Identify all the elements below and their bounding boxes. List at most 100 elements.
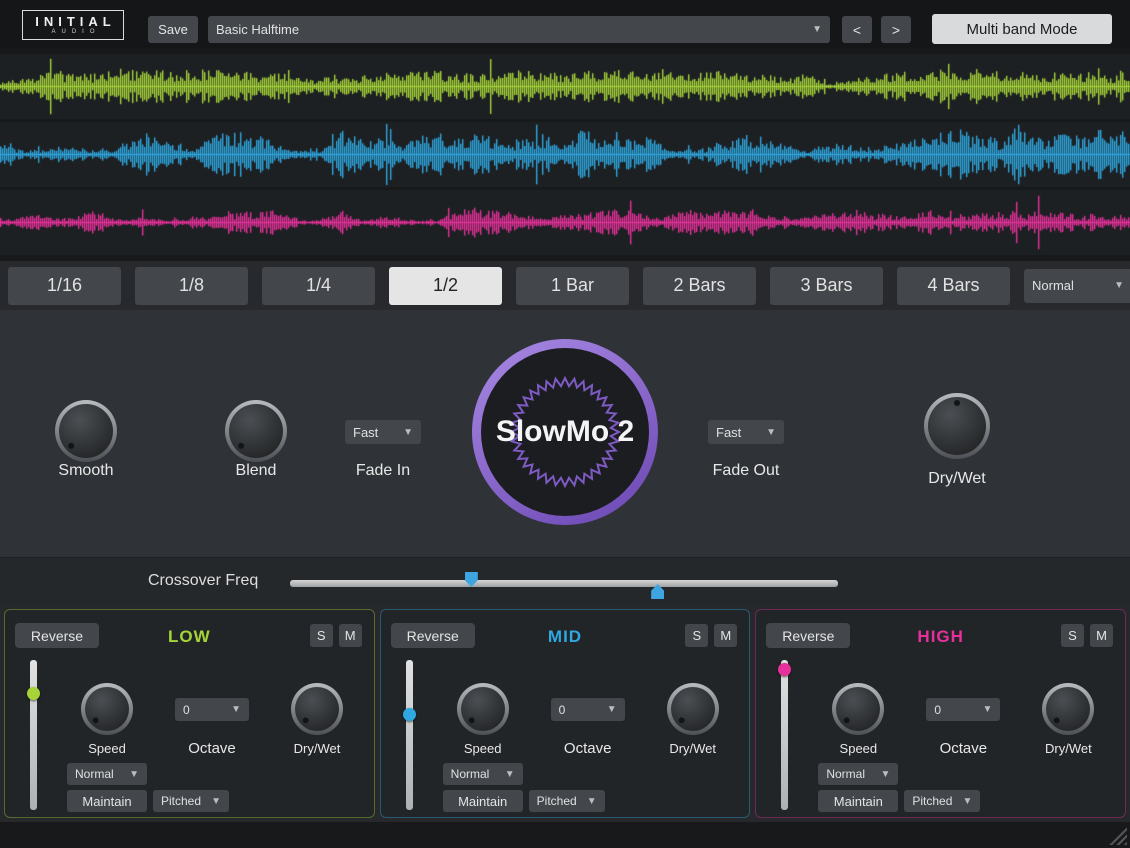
- pitch-mode-value: Pitched: [161, 794, 201, 808]
- octave-select[interactable]: 0 ▼: [551, 698, 625, 721]
- band-mode-value: Normal: [451, 767, 490, 781]
- slowmo-logo-circle: SlowMo 2: [472, 339, 658, 525]
- mute-button[interactable]: M: [1090, 624, 1113, 647]
- dry-wet-label: Dry/Wet: [897, 470, 1017, 488]
- division-button-1-4[interactable]: 1/4: [262, 267, 375, 305]
- division-button-1-16[interactable]: 1/16: [8, 267, 121, 305]
- waveform-row-low: [0, 54, 1130, 119]
- waveform-canvas-mid: [0, 122, 1130, 187]
- slider-track: [30, 660, 37, 810]
- next-preset-button[interactable]: >: [881, 16, 911, 43]
- waveform-row-mid: [0, 122, 1130, 187]
- slider-handle[interactable]: [403, 708, 416, 721]
- chevron-down-icon: ▼: [962, 796, 972, 807]
- band-mode-value: Normal: [826, 767, 865, 781]
- band-mode-select[interactable]: Normal ▼: [818, 763, 898, 785]
- band-panel-low: Reverse LOW S M Speed 0 ▼ Octave Dry/Wet…: [4, 609, 375, 818]
- pitch-mode-value: Pitched: [537, 794, 577, 808]
- dry-wet-knob[interactable]: [1042, 683, 1094, 735]
- app-logo: INITIAL AUDIO: [22, 10, 124, 40]
- smooth-knob[interactable]: [55, 400, 117, 462]
- octave-select[interactable]: 0 ▼: [175, 698, 249, 721]
- division-button-2-bars[interactable]: 2 Bars: [643, 267, 756, 305]
- knob-indicator: [218, 393, 294, 469]
- pitch-mode-select[interactable]: Pitched ▼: [904, 790, 980, 812]
- knob-indicator: [928, 397, 986, 455]
- division-button-1-8[interactable]: 1/8: [135, 267, 248, 305]
- band-mode-select[interactable]: Normal ▼: [443, 763, 523, 785]
- fade-in-label: Fade In: [323, 462, 443, 480]
- crossover-track[interactable]: [290, 580, 838, 587]
- playback-mode-select[interactable]: Normal ▼: [1024, 269, 1130, 303]
- speed-knob[interactable]: [457, 683, 509, 735]
- speed-label: Speed: [57, 741, 157, 756]
- solo-button[interactable]: S: [685, 624, 708, 647]
- blend-knob[interactable]: [225, 400, 287, 462]
- resize-grip[interactable]: [1109, 827, 1127, 845]
- octave-select[interactable]: 0 ▼: [926, 698, 1000, 721]
- dry-wet-label: Dry/Wet: [643, 741, 743, 756]
- division-button-1-bar[interactable]: 1 Bar: [516, 267, 629, 305]
- band-panel-mid: Reverse MID S M Speed 0 ▼ Octave Dry/Wet…: [380, 609, 751, 818]
- slider-handle[interactable]: [778, 663, 791, 676]
- crossover-freq-label: Crossover Freq: [148, 572, 258, 590]
- division-button-1-2[interactable]: 1/2: [389, 267, 502, 305]
- crossover-slider[interactable]: [290, 558, 838, 606]
- maintain-button[interactable]: Maintain: [818, 790, 898, 812]
- pitch-mode-select[interactable]: Pitched ▼: [153, 790, 229, 812]
- speed-knob[interactable]: [832, 683, 884, 735]
- pitch-mode-select[interactable]: Pitched ▼: [529, 790, 605, 812]
- pitch-mode-value: Pitched: [912, 794, 952, 808]
- division-button-row: 1/16 1/8 1/4 1/2 1 Bar 2 Bars 3 Bars 4 B…: [0, 261, 1130, 310]
- octave-value: 0: [183, 703, 190, 717]
- blend-label: Blend: [196, 462, 316, 480]
- waveform-canvas-low: [0, 54, 1130, 119]
- band-level-slider[interactable]: [403, 660, 416, 810]
- preset-select[interactable]: Basic Halftime ▼: [208, 16, 830, 43]
- chevron-down-icon: ▼: [982, 704, 992, 715]
- chevron-down-icon: ▼: [812, 24, 822, 35]
- slider-track: [406, 660, 413, 810]
- maintain-button[interactable]: Maintain: [67, 790, 147, 812]
- octave-label: Octave: [538, 740, 638, 757]
- division-button-3-bars[interactable]: 3 Bars: [770, 267, 883, 305]
- playback-mode-value: Normal: [1032, 278, 1074, 293]
- slider-handle[interactable]: [27, 687, 40, 700]
- band-level-slider[interactable]: [27, 660, 40, 810]
- header-bar: INITIAL AUDIO Save Basic Halftime ▼ < > …: [0, 0, 1130, 48]
- chevron-down-icon: ▼: [587, 796, 597, 807]
- dry-wet-knob[interactable]: [291, 683, 343, 735]
- fade-in-select[interactable]: Fast ▼: [345, 420, 421, 444]
- mute-button[interactable]: M: [339, 624, 362, 647]
- fade-out-value: Fast: [716, 425, 741, 440]
- dry-wet-knob[interactable]: [667, 683, 719, 735]
- logo-initial-text: INITIAL: [30, 15, 116, 29]
- fade-out-select[interactable]: Fast ▼: [708, 420, 784, 444]
- waveform-display: [0, 48, 1130, 261]
- prev-preset-button[interactable]: <: [842, 16, 872, 43]
- knob-indicator: [452, 678, 514, 740]
- chevron-down-icon: ▼: [766, 427, 776, 438]
- dry-wet-label: Dry/Wet: [1018, 741, 1118, 756]
- speed-knob[interactable]: [81, 683, 133, 735]
- solo-button[interactable]: S: [1061, 624, 1084, 647]
- solo-button[interactable]: S: [310, 624, 333, 647]
- main-control-section: Smooth Blend Fast ▼ Fade In SlowMo 2 Fas…: [0, 310, 1130, 557]
- mute-button[interactable]: M: [714, 624, 737, 647]
- maintain-button[interactable]: Maintain: [443, 790, 523, 812]
- bottom-bar: [0, 822, 1130, 848]
- band-panel-high: Reverse HIGH S M Speed 0 ▼ Octave Dry/We…: [755, 609, 1126, 818]
- chevron-down-icon: ▼: [880, 769, 890, 780]
- slowmo-logo-inner: SlowMo 2: [481, 348, 649, 516]
- dry-wet-knob[interactable]: [924, 393, 990, 459]
- division-button-4-bars[interactable]: 4 Bars: [897, 267, 1010, 305]
- waveform-row-high: [0, 190, 1130, 255]
- waveform-canvas-high: [0, 190, 1130, 255]
- band-panels: Reverse LOW S M Speed 0 ▼ Octave Dry/Wet…: [0, 605, 1130, 822]
- band-level-slider[interactable]: [778, 660, 791, 810]
- save-button[interactable]: Save: [148, 16, 198, 43]
- band-mode-select[interactable]: Normal ▼: [67, 763, 147, 785]
- speed-label: Speed: [808, 741, 908, 756]
- multi-band-mode-button[interactable]: Multi band Mode: [932, 14, 1112, 44]
- chevron-down-icon: ▼: [607, 704, 617, 715]
